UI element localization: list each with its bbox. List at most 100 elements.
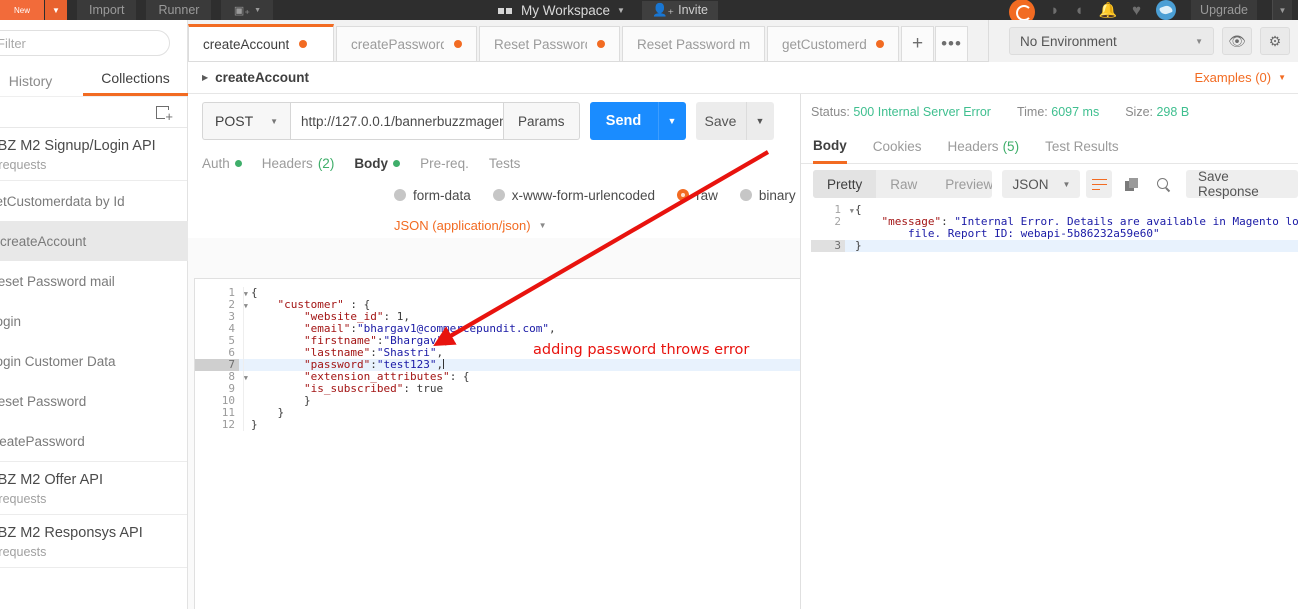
list-item-createaccount[interactable]: createAccount bbox=[0, 221, 188, 261]
response-tab-cookies[interactable]: Cookies bbox=[873, 130, 922, 164]
request-tab-getcustomerdata[interactable]: getCustomerdata by Id bbox=[767, 26, 899, 61]
url-input[interactable]: http://127.0.0.1/bannerbuzzmagento2... bbox=[290, 102, 504, 140]
app-header: New ▼ Import Runner ▣₊ ▼ My Workspace ▼ … bbox=[0, 0, 1298, 25]
collection-header[interactable]: BBZ M2 Signup/Login API 8 requests bbox=[0, 128, 187, 180]
heart-icon[interactable]: ♥ bbox=[1132, 3, 1141, 18]
save-options-caret-icon[interactable]: ▼ bbox=[745, 102, 774, 140]
send-button[interactable]: Send bbox=[589, 102, 658, 140]
request-tab-createpassword[interactable]: createPassword bbox=[336, 26, 477, 61]
collection-request-count: 2 requests bbox=[0, 545, 47, 559]
code-text: file. Report ID: webapi-5b86232a59e60" bbox=[907, 227, 1160, 240]
radio-icon bbox=[739, 189, 752, 201]
collection-header[interactable]: BBZ M2 Responsys API 2 requests bbox=[0, 515, 187, 567]
response-tab-testresults[interactable]: Test Results bbox=[1045, 130, 1119, 164]
list-item[interactable]: Reset Password bbox=[0, 381, 187, 421]
list-item[interactable]: Login Customer Data bbox=[0, 341, 187, 381]
new-collection-icon[interactable] bbox=[156, 105, 173, 123]
code-text: } bbox=[855, 239, 862, 252]
radio-form-data[interactable]: form-data bbox=[394, 188, 471, 203]
chevron-down-icon: ▼ bbox=[538, 220, 547, 230]
sidebar-tab-collections[interactable]: Collections bbox=[83, 70, 188, 96]
avatar[interactable] bbox=[1156, 0, 1177, 20]
radio-icon bbox=[677, 189, 690, 201]
add-tab-button[interactable]: + bbox=[901, 26, 934, 61]
response-tab-body[interactable]: Body bbox=[813, 130, 847, 164]
collection-request-count: 3 requests bbox=[0, 492, 47, 506]
save-response-button[interactable]: Save Response bbox=[1185, 169, 1298, 199]
search-button[interactable] bbox=[1150, 170, 1176, 198]
params-button[interactable]: Params bbox=[504, 102, 580, 140]
list-item[interactable]: Login bbox=[0, 301, 187, 341]
upgrade-button[interactable]: Upgrade bbox=[1191, 0, 1257, 20]
line-number: 2 bbox=[834, 215, 841, 228]
tab-headers[interactable]: Headers (2) bbox=[262, 156, 335, 171]
request-tab-label: createPassword bbox=[351, 36, 444, 52]
environment-quicklook-eye-icon[interactable]: 👁 bbox=[1222, 27, 1252, 55]
main-area: createAccount createPassword Reset Passw… bbox=[188, 20, 1298, 609]
request-tab-label: Reset Password mail bbox=[637, 36, 750, 52]
bell-icon[interactable]: 🔔 bbox=[1098, 3, 1117, 18]
workspace-selector[interactable]: My Workspace ▼ 👤₊ Invite bbox=[498, 0, 719, 20]
examples-dropdown[interactable]: Examples (0) ▼ bbox=[1195, 70, 1298, 85]
save-button[interactable]: Save bbox=[695, 102, 746, 140]
request-tab-createaccount[interactable]: createAccount bbox=[188, 24, 334, 61]
breadcrumb: ▶ createAccount Examples (0) ▼ bbox=[188, 62, 1298, 94]
word-wrap-icon bbox=[1091, 178, 1107, 191]
response-format-label: JSON bbox=[1012, 176, 1049, 192]
runner-button[interactable]: Runner bbox=[146, 0, 212, 20]
list-item[interactable]: createPassword bbox=[0, 421, 187, 461]
environment-settings-gear-icon[interactable]: ⚙ bbox=[1260, 27, 1290, 55]
tab-prerequest[interactable]: Pre-req. bbox=[420, 156, 469, 171]
search-placeholder: Filter bbox=[0, 35, 26, 51]
environment-selector[interactable]: No Environment ▼ bbox=[1009, 27, 1214, 55]
sidebar: Filter History Collections BBZ M2 Signup… bbox=[0, 20, 188, 609]
request-tab-resetpasswordmail[interactable]: Reset Password mail bbox=[622, 26, 765, 61]
request-tab-label: getCustomerdata by Id bbox=[782, 36, 866, 52]
tab-auth[interactable]: Auth bbox=[202, 156, 242, 171]
page-title[interactable]: ▶ createAccount bbox=[202, 70, 309, 85]
copy-button[interactable] bbox=[1118, 170, 1144, 198]
response-status-row: Status: 500 Internal Server Error Time: … bbox=[801, 94, 1298, 130]
collection-header[interactable]: BBZ M2 Offer API 3 requests bbox=[0, 462, 187, 514]
method-selector[interactable]: POST ▼ bbox=[202, 102, 290, 140]
list-item[interactable]: getCustomerdata by Id bbox=[0, 181, 187, 221]
request-tab-resetpassword[interactable]: Reset Password bbox=[479, 26, 620, 61]
view-mode-preview[interactable]: Preview bbox=[931, 170, 992, 198]
invite-button[interactable]: 👤₊ Invite bbox=[641, 0, 719, 20]
workspace-grid-icon bbox=[498, 6, 514, 15]
response-tab-headers[interactable]: Headers (5) bbox=[948, 130, 1020, 164]
tab-tests[interactable]: Tests bbox=[489, 156, 521, 171]
radio-binary[interactable]: binary bbox=[739, 188, 796, 203]
response-headers-count: (5) bbox=[1002, 139, 1020, 154]
response-body-editor[interactable]: 1 ▼ { 2 "message": "Internal Error. Detai… bbox=[811, 204, 1298, 609]
method-label: POST bbox=[215, 113, 254, 129]
word-wrap-button[interactable] bbox=[1086, 170, 1113, 198]
comment-icon[interactable]: ◖ bbox=[1074, 3, 1083, 18]
radio-raw[interactable]: raw bbox=[677, 188, 718, 203]
list-item[interactable]: Reset Password mail bbox=[0, 261, 187, 301]
new-dropdown-caret-icon[interactable]: ▼ bbox=[45, 0, 67, 20]
new-button-label: New bbox=[13, 5, 30, 15]
megaphone-icon[interactable]: ◗ bbox=[1050, 3, 1059, 18]
sidebar-tab-history[interactable]: History bbox=[0, 73, 83, 96]
send-options-caret-icon[interactable]: ▼ bbox=[657, 102, 686, 140]
new-window-button[interactable]: ▣₊ ▼ bbox=[221, 0, 274, 20]
tab-body-label: Body bbox=[354, 155, 389, 171]
search-input[interactable]: Filter bbox=[0, 30, 170, 56]
unsaved-dot-icon bbox=[454, 40, 462, 48]
header-right-controls: ◗ ◖ 🔔 ♥ Upgrade ▼ bbox=[1009, 0, 1298, 25]
response-tab-headers-label: Headers bbox=[947, 139, 999, 154]
upgrade-caret-icon[interactable]: ▼ bbox=[1272, 0, 1292, 20]
unsaved-dot-icon bbox=[299, 40, 308, 48]
view-mode-pretty[interactable]: Pretty bbox=[813, 170, 877, 198]
tab-body[interactable]: Body bbox=[354, 155, 401, 171]
radio-urlencoded[interactable]: x-www-form-urlencoded bbox=[492, 188, 655, 203]
response-format-selector[interactable]: JSON ▼ bbox=[1002, 170, 1081, 198]
size-label: Size: bbox=[1125, 105, 1153, 119]
view-mode-raw[interactable]: Raw bbox=[876, 170, 931, 198]
sidebar-search-wrap: Filter bbox=[0, 20, 187, 64]
import-button[interactable]: Import bbox=[77, 0, 137, 20]
tab-options-button[interactable]: ••• bbox=[935, 26, 968, 61]
fold-arrow-icon[interactable]: ▼ bbox=[850, 205, 854, 217]
new-button[interactable]: New bbox=[0, 0, 44, 20]
